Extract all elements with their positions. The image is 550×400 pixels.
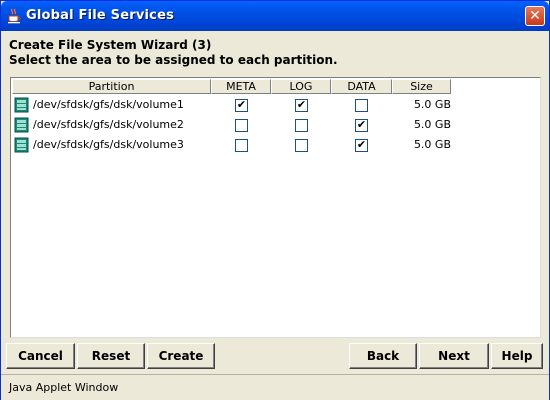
reset-button[interactable]: Reset [77,343,145,369]
wizard-instruction: Select the area to be assigned to each p… [9,53,338,67]
disk-volume-icon [14,97,29,113]
help-button[interactable]: Help [491,343,543,369]
log-checkbox[interactable]: ✔ [295,99,308,112]
table-row[interactable]: /dev/sfdsk/gfs/dsk/volume1 ✔ ✔ 5.0 GB [11,95,540,115]
back-button[interactable]: Back [349,343,417,369]
partition-path: /dev/sfdsk/gfs/dsk/volume3 [33,138,184,151]
wizard-heading: Create File System Wizard (3) [9,38,212,52]
column-header-meta[interactable]: META [211,79,271,94]
partition-size: 5.0 GB [413,138,451,151]
log-checkbox[interactable] [295,139,308,152]
partition-size: 5.0 GB [413,118,451,131]
data-checkbox[interactable] [355,99,368,112]
java-cup-icon [8,8,21,24]
partition-path: /dev/sfdsk/gfs/dsk/volume1 [33,98,184,111]
column-header-size[interactable]: Size [392,79,451,94]
partition-path: /dev/sfdsk/gfs/dsk/volume2 [33,118,184,131]
column-header-data[interactable]: DATA [331,79,392,94]
partition-size: 5.0 GB [413,98,451,111]
next-button[interactable]: Next [419,343,489,369]
meta-checkbox[interactable] [235,139,248,152]
title-bar[interactable]: Global File Services ✕ [1,1,549,31]
column-header-partition[interactable]: Partition [12,79,211,94]
meta-checkbox[interactable]: ✔ [235,99,248,112]
meta-checkbox[interactable] [235,119,248,132]
table-row[interactable]: /dev/sfdsk/gfs/dsk/volume2 ✔ 5.0 GB [11,115,540,135]
app-window: Global File Services ✕ Create File Syste… [0,0,550,400]
table-row[interactable]: /dev/sfdsk/gfs/dsk/volume3 ✔ 5.0 GB [11,135,540,155]
wizard-button-bar: Cancel Reset Create Back Next Help [5,341,545,371]
data-checkbox[interactable]: ✔ [355,139,368,152]
disk-volume-icon [14,117,29,133]
status-bar: Java Applet Window [1,374,549,400]
cancel-button[interactable]: Cancel [6,343,75,369]
status-text: Java Applet Window [9,381,119,394]
window-title: Global File Services [26,8,175,23]
close-button[interactable]: ✕ [525,6,545,26]
partition-table[interactable]: Partition META LOG DATA Size /dev/sfdsk/… [10,77,541,338]
column-header-log[interactable]: LOG [271,79,331,94]
disk-volume-icon [14,137,29,153]
close-icon: ✕ [529,8,541,24]
create-button[interactable]: Create [147,343,215,369]
data-checkbox[interactable]: ✔ [355,119,368,132]
log-checkbox[interactable] [295,119,308,132]
